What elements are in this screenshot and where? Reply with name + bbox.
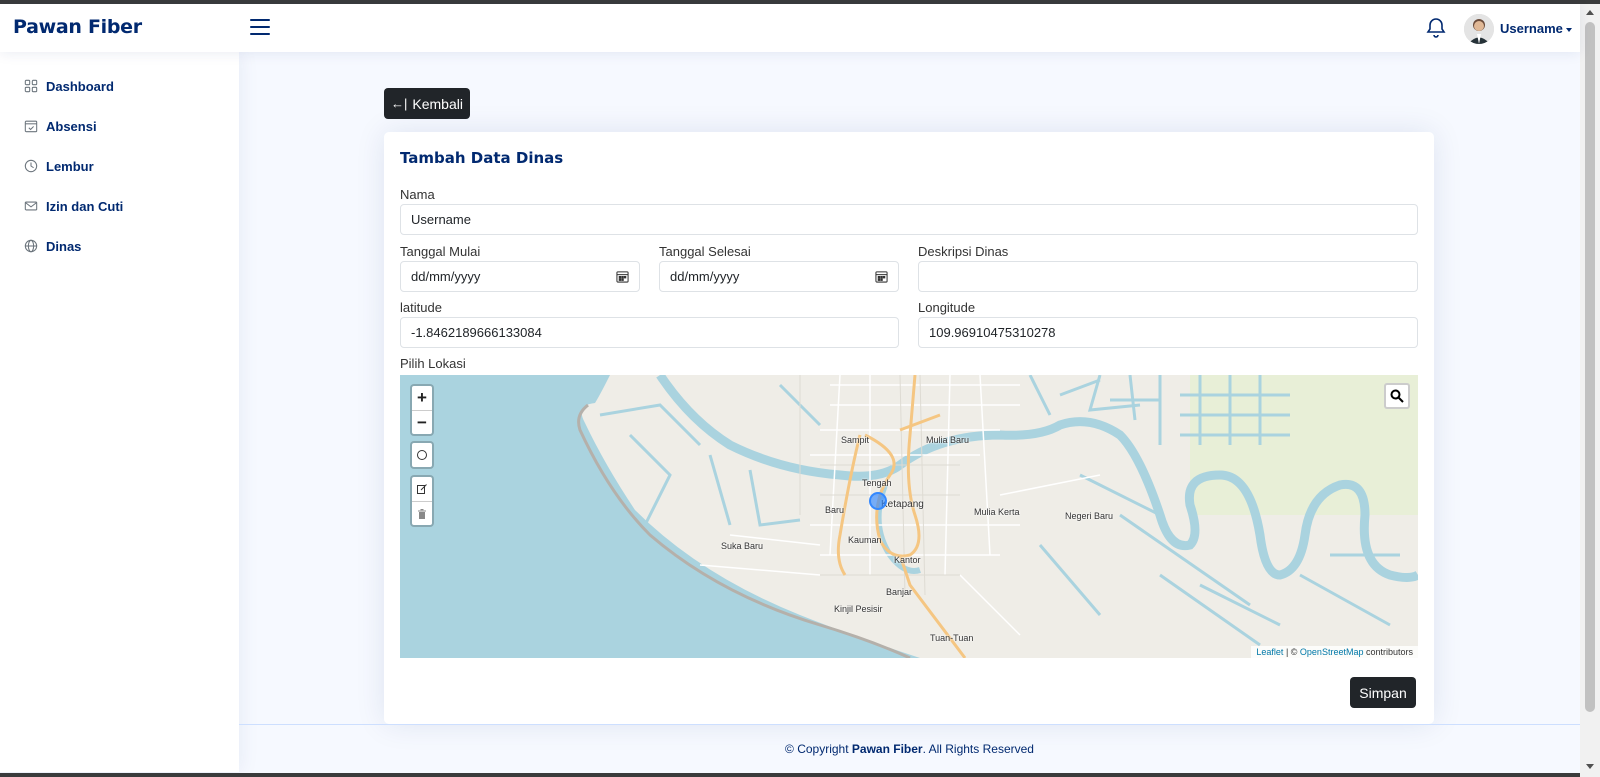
save-button[interactable]: Simpan — [1350, 677, 1416, 708]
edit-control — [410, 475, 434, 527]
longitude-label: Longitude — [918, 300, 976, 315]
user-name-label: Username — [1500, 21, 1563, 36]
map-label: Sampit — [841, 435, 870, 445]
map-tiles[interactable] — [400, 375, 1418, 658]
latitude-input[interactable]: -1.8462189666133084 — [400, 317, 899, 348]
back-button[interactable]: ←| Kembali — [384, 88, 470, 119]
sidebar: Dashboard Absensi Lembur Izin dan Cuti D… — [0, 52, 239, 772]
grid-icon — [24, 79, 38, 93]
footer: © Copyright Pawan Fiber. All Rights Rese… — [239, 742, 1580, 756]
leaflet-link[interactable]: Leaflet — [1256, 647, 1283, 657]
footer-brand: Pawan Fiber — [851, 742, 923, 756]
calendar-check-icon — [24, 120, 38, 133]
sidebar-item-absensi[interactable]: Absensi — [24, 115, 97, 137]
sidebar-item-label: Izin dan Cuti — [46, 198, 124, 214]
map-label: Baru — [825, 505, 845, 515]
sidebar-item-dinas[interactable]: Dinas — [24, 235, 81, 257]
map-label: Tengah — [862, 478, 892, 488]
search-icon — [1390, 389, 1404, 403]
attribution-separator: | © — [1283, 647, 1300, 657]
latitude-value: -1.8462189666133084 — [411, 325, 542, 340]
tanggal-mulai-label: Tanggal Mulai — [400, 244, 481, 259]
tanggal-mulai-input[interactable]: dd/mm/yyyy — [400, 261, 640, 292]
location-map[interactable]: + − Sampit Mulia Baru Tengah Ketapang Ba… — [400, 375, 1418, 658]
attribution-contributors: contributors — [1363, 647, 1413, 657]
form-card: Tambah Data Dinas Nama Username Tanggal … — [384, 132, 1434, 724]
deskripsi-input[interactable] — [918, 261, 1418, 292]
window-bottom-edge — [0, 773, 1580, 777]
calendar-icon[interactable] — [616, 270, 629, 283]
map-label: Mulia Baru — [926, 435, 970, 445]
edit-icon — [417, 484, 427, 494]
back-button-label: Kembali — [412, 95, 463, 112]
sidebar-item-label: Absensi — [46, 118, 97, 134]
map-label: Kantor — [894, 555, 921, 565]
scroll-down-icon[interactable] — [1586, 764, 1594, 769]
map-label: Ketapang — [881, 499, 924, 510]
sidebar-item-label: Dashboard — [46, 78, 114, 94]
map-label: Kinjil Pesisir — [834, 604, 883, 614]
location-marker[interactable] — [869, 492, 887, 510]
sidebar-item-dashboard[interactable]: Dashboard — [24, 75, 114, 97]
map-attribution: Leaflet | © OpenStreetMap contributors — [1251, 646, 1418, 658]
nama-input[interactable]: Username — [400, 204, 1418, 235]
footer-suffix: . All Rights Reserved — [922, 742, 1034, 756]
map-label: Tuan-Tuan — [930, 633, 974, 643]
user-menu[interactable]: Username — [1500, 21, 1572, 36]
footer-prefix: © Copyright — [785, 742, 852, 756]
deskripsi-label: Deskripsi Dinas — [918, 244, 1009, 259]
sidebar-item-label: Lembur — [46, 158, 94, 174]
top-header: Pawan Fiber Username — [0, 4, 1580, 52]
osm-link[interactable]: OpenStreetMap — [1300, 647, 1364, 657]
trash-icon — [418, 508, 426, 519]
chevron-down-icon — [1565, 27, 1572, 32]
zoom-out-button[interactable]: − — [412, 410, 432, 434]
zoom-in-button[interactable]: + — [412, 386, 432, 410]
scroll-up-icon[interactable] — [1586, 10, 1594, 15]
map-label: Mulia Kerta — [974, 507, 1020, 517]
circle-icon — [417, 450, 427, 460]
brand-logo[interactable]: Pawan Fiber — [13, 16, 142, 38]
scrollbar-thumb[interactable] — [1585, 22, 1595, 712]
menu-toggle-icon[interactable] — [250, 19, 270, 37]
footer-divider — [239, 724, 1580, 725]
sidebar-item-label: Dinas — [46, 238, 82, 254]
sidebar-item-lembur[interactable]: Lembur — [24, 155, 94, 177]
edit-layers-button[interactable] — [412, 477, 432, 501]
envelope-icon — [24, 201, 38, 211]
nama-label: Nama — [400, 187, 435, 202]
longitude-input[interactable]: 109.96910475310278 — [918, 317, 1418, 348]
delete-layers-button[interactable] — [412, 501, 432, 525]
draw-circle-button[interactable] — [412, 443, 432, 467]
avatar[interactable] — [1464, 14, 1494, 44]
nama-value: Username — [411, 212, 471, 227]
sidebar-item-izin-dan-cuti[interactable]: Izin dan Cuti — [24, 195, 123, 217]
map-label: Banjar — [886, 587, 913, 597]
zoom-control: + − — [410, 384, 434, 436]
map-label: Negeri Baru — [1065, 511, 1114, 521]
notification-bell-icon[interactable] — [1424, 16, 1448, 40]
pilih-lokasi-label: Pilih Lokasi — [400, 356, 466, 371]
map-label: Kauman — [848, 535, 882, 545]
arrow-left-icon: ←| — [391, 96, 408, 111]
longitude-value: 109.96910475310278 — [929, 325, 1056, 340]
tanggal-selesai-input[interactable]: dd/mm/yyyy — [659, 261, 899, 292]
page-title: Tambah Data Dinas — [400, 149, 564, 167]
tanggal-selesai-label: Tanggal Selesai — [659, 244, 751, 259]
map-label: Suka Baru — [721, 541, 764, 551]
draw-circle-control — [410, 441, 434, 469]
latitude-label: latitude — [400, 300, 442, 315]
clock-icon — [24, 159, 38, 173]
globe-icon — [24, 239, 38, 253]
map-search-button[interactable] — [1384, 383, 1410, 409]
calendar-icon[interactable] — [875, 270, 888, 283]
tanggal-selesai-placeholder: dd/mm/yyyy — [670, 269, 740, 284]
tanggal-mulai-placeholder: dd/mm/yyyy — [411, 269, 481, 284]
